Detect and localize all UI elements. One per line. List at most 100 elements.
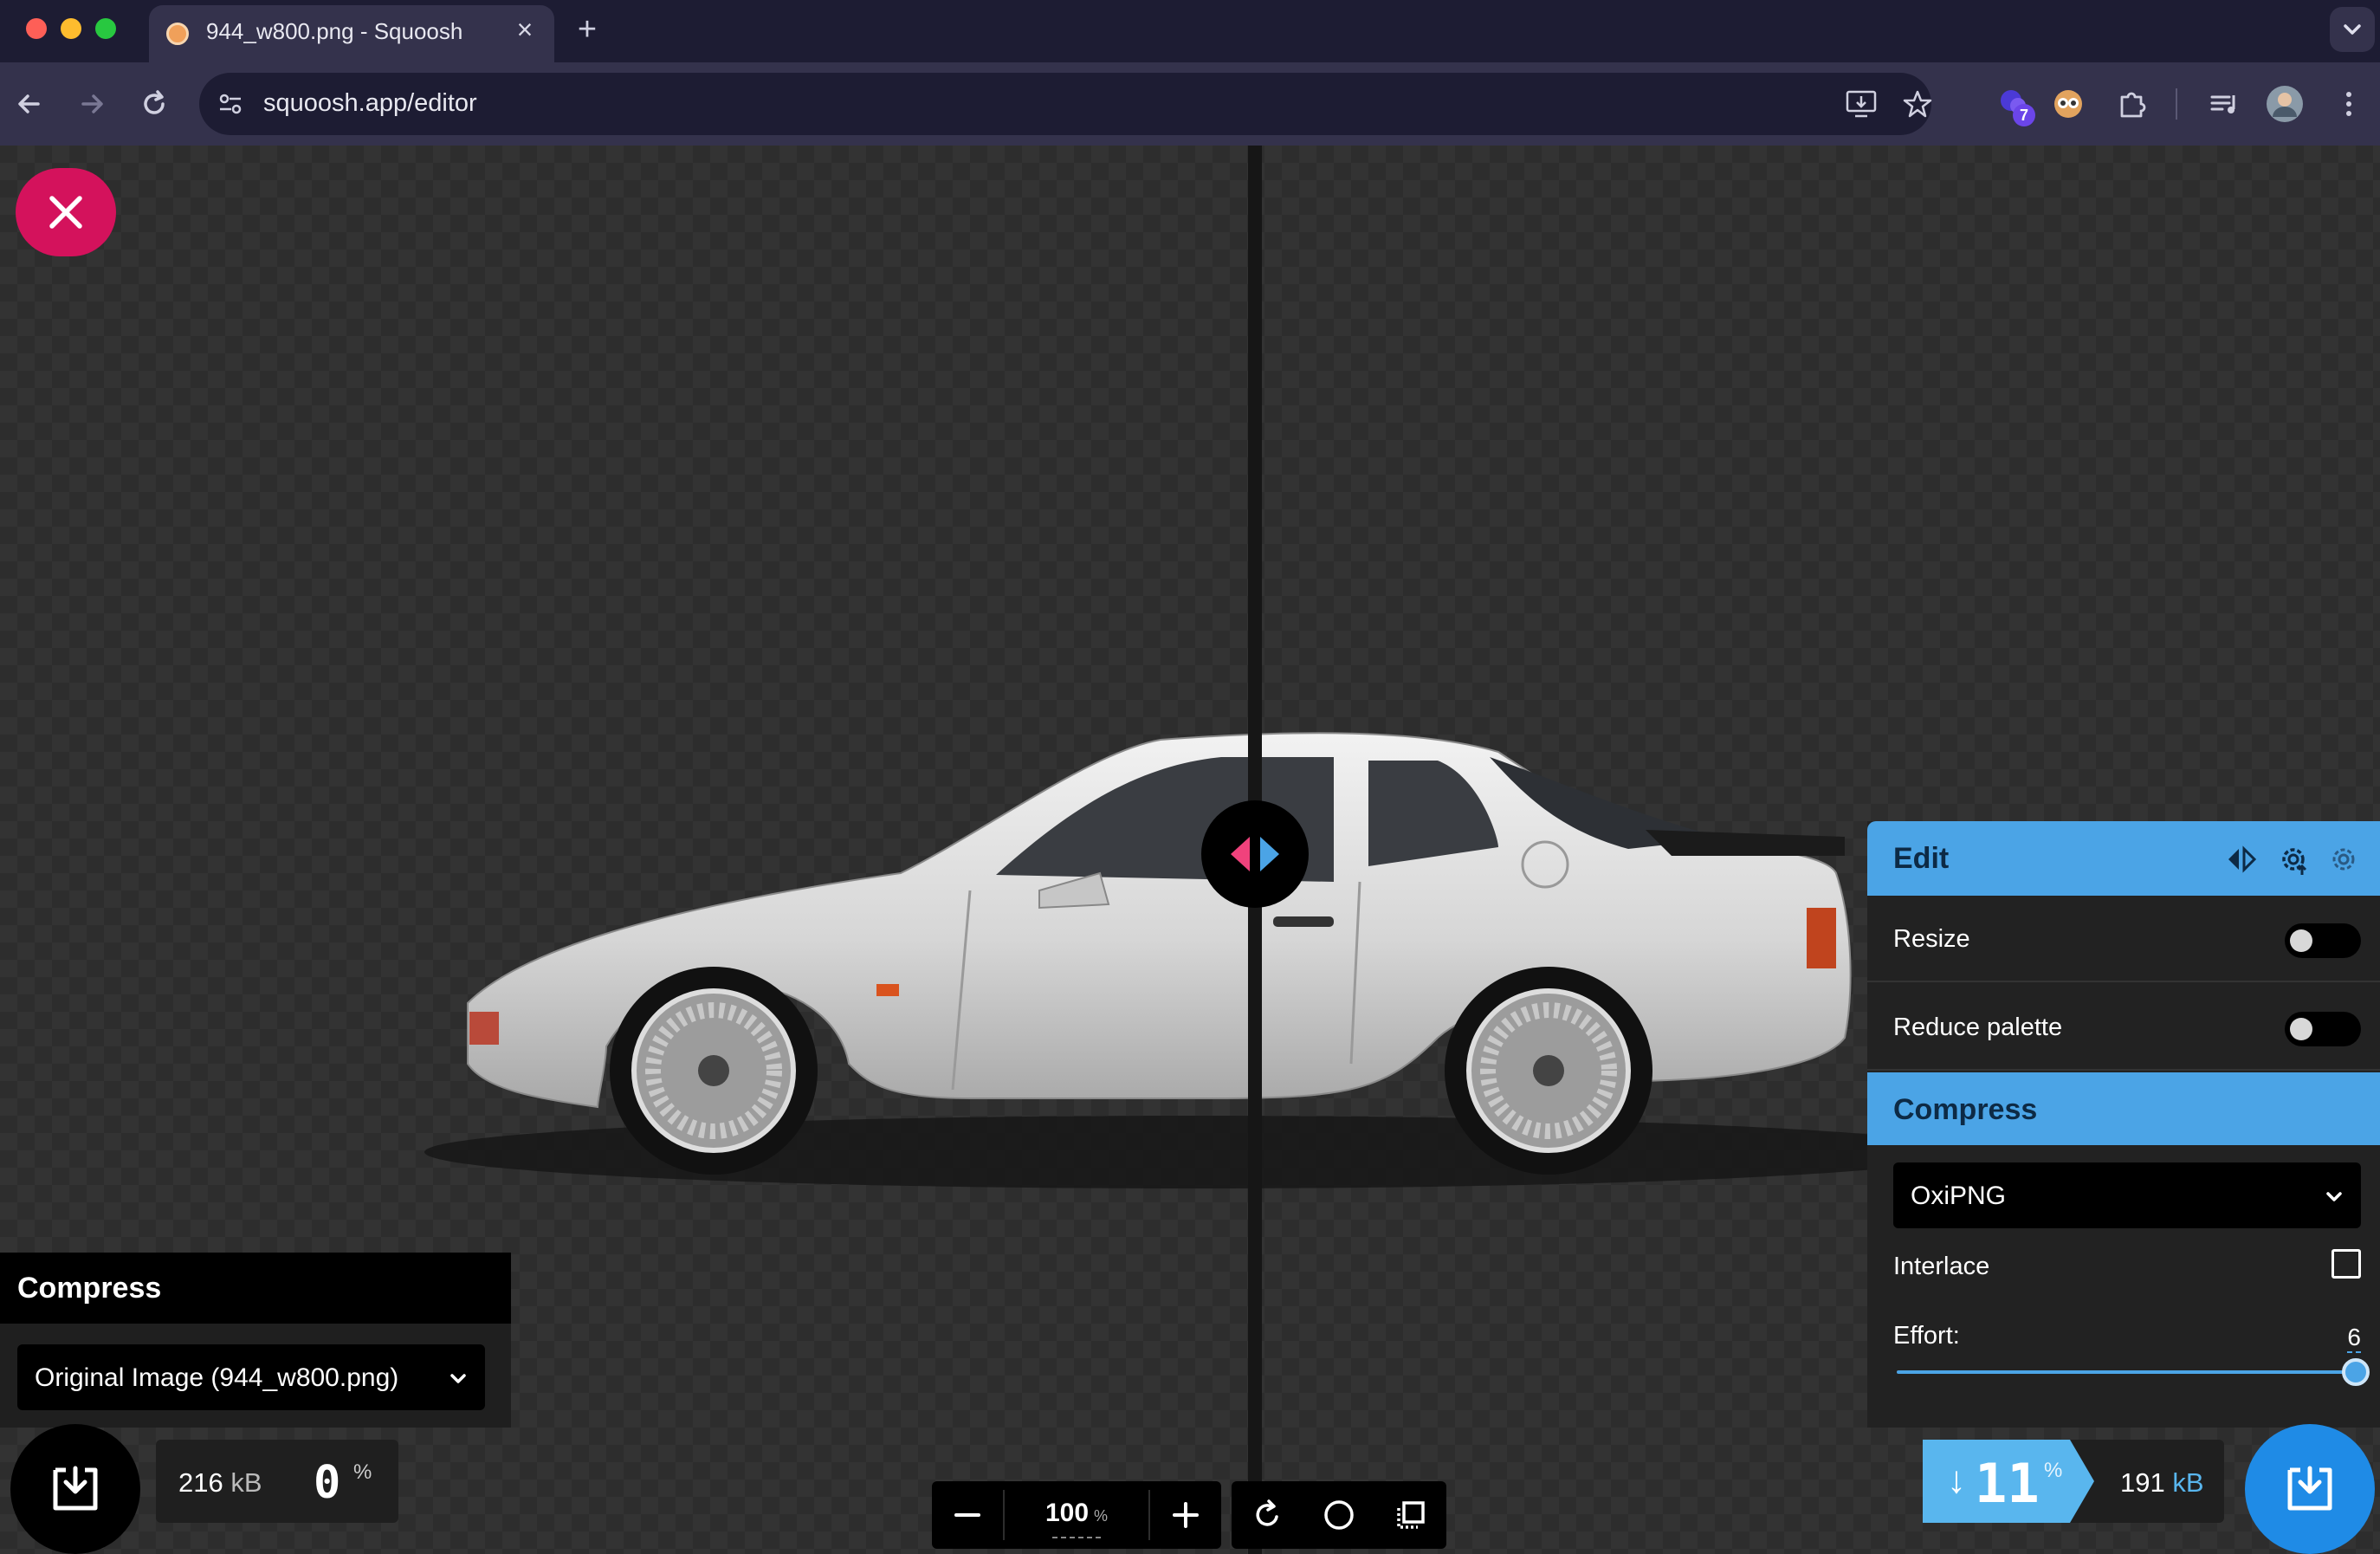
right-size-unit: kB (2172, 1467, 2204, 1498)
reload-icon (144, 90, 165, 114)
install-icon[interactable] (1845, 88, 1878, 120)
resize-row[interactable]: Resize (1867, 896, 2380, 982)
extension-owl-button[interactable] (2044, 80, 2092, 128)
star-icon[interactable] (1902, 88, 1933, 120)
right-size-info: ↓ 11 % 191 kB (1923, 1440, 2224, 1523)
compress-header: Compress (1867, 1072, 2380, 1145)
tune-icon[interactable] (215, 88, 246, 120)
edit-title: Edit (1893, 842, 1950, 875)
forward-button[interactable] (68, 80, 116, 128)
copy-settings-button[interactable] (2222, 840, 2260, 878)
reduce-palette-toggle[interactable] (2285, 1012, 2361, 1046)
chevron-down-icon (2344, 24, 2361, 35)
side-by-side-button[interactable] (1375, 1481, 1446, 1549)
left-codec-value: Original Image (944_w800.png) (35, 1363, 399, 1392)
gear-upload-icon (2282, 848, 2307, 875)
zoom-unit: % (1094, 1507, 1109, 1525)
window-close-button[interactable] (26, 18, 47, 39)
profile-button[interactable] (2260, 80, 2309, 128)
squoosh-favicon-icon (166, 23, 189, 45)
effort-slider-thumb[interactable] (2342, 1358, 2370, 1386)
layers-icon (1397, 1501, 1425, 1529)
right-download-button[interactable] (2245, 1424, 2375, 1554)
comparison-slider-handle[interactable] (1201, 800, 1309, 908)
import-settings-button[interactable] (2274, 840, 2312, 878)
size-reduction-badge: ↓ 11 % (1923, 1440, 2094, 1523)
resize-toggle[interactable] (2285, 923, 2361, 958)
background-toggle-button[interactable] (1303, 1481, 1374, 1549)
avatar-icon (2267, 86, 2303, 122)
left-size-unit: kB (230, 1467, 262, 1498)
right-file-size: 191 kB (2120, 1467, 2204, 1498)
split-arrows-icon (1231, 837, 1279, 871)
minus-icon (954, 1513, 980, 1517)
tab-search-button[interactable] (2330, 7, 2375, 52)
arrow-right-icon (81, 94, 103, 113)
kebab-menu-icon (2346, 92, 2351, 116)
settings-button[interactable] (2325, 840, 2363, 878)
left-download-button[interactable] (10, 1424, 140, 1554)
edit-header: Edit (1867, 821, 2380, 896)
extensions-menu-button[interactable] (2108, 80, 2157, 128)
left-panel-header: Compress (0, 1253, 511, 1324)
window-zoom-button[interactable] (95, 18, 116, 39)
left-percent-sign: % (353, 1460, 372, 1484)
close-icon (49, 196, 82, 229)
right-codec-select[interactable]: OxiPNG (1893, 1162, 2361, 1228)
left-options-panel: Compress Original Image (944_w800.png) (0, 1253, 511, 1428)
size-reduction-sign: % (2044, 1459, 2063, 1482)
effort-label: Effort: (1893, 1322, 1960, 1350)
browser-toolbar: squoosh.app/editor 7 (0, 62, 2380, 146)
gear-icon (2332, 848, 2355, 871)
rotate-button[interactable] (1232, 1481, 1303, 1549)
plus-icon (1173, 1502, 1199, 1528)
left-codec-select[interactable]: Original Image (944_w800.png) (17, 1344, 485, 1410)
tab-title: 944_w800.png - Squoosh (206, 18, 463, 44)
extension-badge: 7 (2013, 104, 2035, 126)
zoom-value[interactable]: 100% (1019, 1499, 1135, 1538)
zoom-out-button[interactable] (932, 1481, 1003, 1549)
left-size-info: 216 kB 0 % (156, 1440, 398, 1523)
down-arrow-icon: ↓ (1947, 1459, 1966, 1501)
interlace-checkbox[interactable] (2331, 1249, 2361, 1279)
browser-menu-button[interactable] (2325, 80, 2373, 128)
extension-button[interactable]: 7 (1990, 80, 2039, 128)
download-icon (53, 1466, 98, 1511)
window-minimize-button[interactable] (61, 18, 81, 39)
image-canvas[interactable]: Compress Original Image (944_w800.png) 2… (0, 146, 2380, 1554)
size-reduction-value: 11 (1975, 1452, 2040, 1515)
swap-sides-icon (2228, 845, 2257, 873)
right-options-panel: Edit Resize Reduce palette Compress OxiP… (1867, 821, 2380, 1428)
circle-icon (1324, 1500, 1354, 1530)
url-text: squoosh.app/editor (263, 89, 477, 117)
interlace-label: Interlace (1893, 1253, 1990, 1280)
chevron-down-icon (450, 1374, 466, 1383)
browser-tab[interactable]: 944_w800.png - Squoosh × (149, 5, 554, 62)
zoom-separator (1003, 1490, 1005, 1540)
media-queue-icon (2210, 95, 2235, 113)
reduce-palette-row[interactable]: Reduce palette (1867, 984, 2380, 1071)
new-tab-button[interactable]: + (568, 10, 606, 49)
arrow-left-icon (18, 94, 40, 113)
rotate-icon (1256, 1499, 1278, 1526)
address-bar[interactable]: squoosh.app/editor (199, 73, 1933, 135)
zoom-in-button[interactable] (1150, 1481, 1221, 1549)
effort-slider-track[interactable] (1897, 1370, 2356, 1374)
left-panel-title: Compress (17, 1272, 162, 1305)
view-tools (1232, 1481, 1446, 1549)
browser-tab-bar: 944_w800.png - Squoosh × + (0, 0, 2380, 62)
left-size-percent: 0 (314, 1457, 341, 1509)
effort-value[interactable]: 6 (2347, 1324, 2361, 1353)
chevron-down-icon (2326, 1192, 2342, 1201)
reduce-palette-label: Reduce palette (1893, 1013, 2063, 1041)
download-icon (2287, 1466, 2332, 1511)
back-button[interactable] (5, 80, 54, 128)
tab-close-icon[interactable]: × (508, 12, 542, 47)
zoom-controls: 100% (932, 1481, 1221, 1549)
compress-title: Compress (1893, 1093, 2038, 1126)
close-image-button[interactable] (16, 168, 116, 256)
media-button[interactable] (2200, 80, 2248, 128)
reload-button[interactable] (130, 80, 178, 128)
resize-label: Resize (1893, 925, 1970, 953)
toggle-knob (2290, 1018, 2312, 1040)
